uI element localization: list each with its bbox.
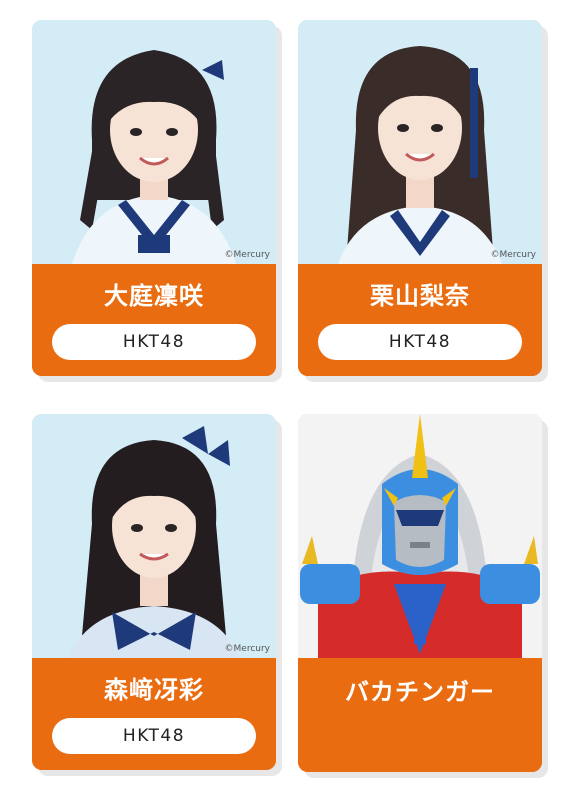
card-footer: 栗山梨奈 HKT48 — [298, 264, 542, 376]
copyright-text: ©Mercury — [224, 250, 270, 260]
member-name: 栗山梨奈 — [370, 282, 470, 310]
group-badge[interactable]: HKT48 — [52, 324, 256, 360]
member-card-2[interactable]: ©Mercury 栗山梨奈 HKT48 — [298, 20, 542, 376]
character-name: バカチンガー — [345, 678, 495, 706]
member-card-3[interactable]: ©Mercury 森﨑冴彩 HKT48 — [32, 414, 276, 770]
member-card-4[interactable]: バカチンガー — [298, 414, 542, 772]
member-photo: ©Mercury — [32, 20, 276, 264]
card-footer: バカチンガー — [298, 658, 542, 772]
card-footer: 森﨑冴彩 HKT48 — [32, 658, 276, 770]
card-footer: 大庭凜咲 HKT48 — [32, 264, 276, 376]
character-photo — [298, 414, 542, 658]
copyright-text: ©Mercury — [490, 250, 536, 260]
member-photo: ©Mercury — [298, 20, 542, 264]
member-name: 森﨑冴彩 — [104, 676, 204, 704]
member-card-1[interactable]: ©Mercury 大庭凜咲 HKT48 — [32, 20, 276, 376]
group-badge[interactable]: HKT48 — [52, 718, 256, 754]
member-photo: ©Mercury — [32, 414, 276, 658]
copyright-text: ©Mercury — [224, 644, 270, 654]
group-badge[interactable]: HKT48 — [318, 324, 522, 360]
member-name: 大庭凜咲 — [104, 282, 204, 310]
